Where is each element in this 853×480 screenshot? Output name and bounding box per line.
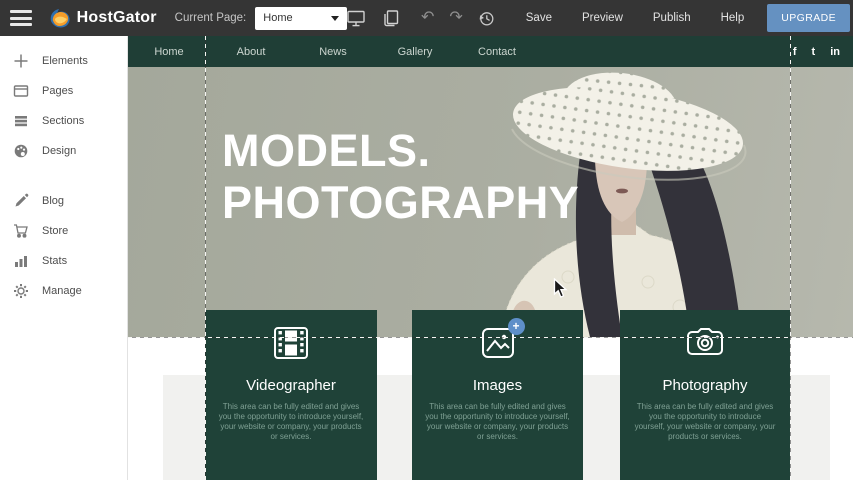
site-nav-home[interactable]: Home bbox=[128, 46, 210, 58]
sidebar-item-label: Design bbox=[42, 145, 76, 157]
sidebar-item-label: Pages bbox=[42, 85, 73, 97]
cart-icon bbox=[13, 223, 29, 239]
sidebar-item-label: Elements bbox=[42, 55, 88, 67]
site-nav-about[interactable]: About bbox=[210, 46, 292, 58]
pencil-icon bbox=[13, 193, 29, 209]
feature-card-videographer[interactable]: Videographer This area can be fully edit… bbox=[205, 310, 377, 480]
hostgator-logo[interactable]: HostGator bbox=[48, 7, 157, 29]
redo-icon[interactable]: ↷ bbox=[449, 10, 462, 26]
sections-icon bbox=[13, 113, 29, 129]
site-navbar: Home About News Gallery Contact f t in bbox=[128, 36, 853, 67]
card-body: This area can be fully edited and gives … bbox=[425, 402, 570, 442]
sidebar-item-sections[interactable]: Sections bbox=[0, 106, 127, 136]
publish-button[interactable]: Publish bbox=[653, 12, 691, 24]
feature-card-photography[interactable]: Photography This area can be fully edite… bbox=[620, 310, 790, 480]
save-button[interactable]: Save bbox=[526, 12, 552, 24]
hostgator-logo-icon bbox=[48, 7, 72, 29]
add-image-plus-icon[interactable]: + bbox=[508, 318, 525, 335]
twitter-icon[interactable]: t bbox=[812, 46, 816, 58]
sidebar-item-stats[interactable]: Stats bbox=[0, 246, 127, 276]
stats-icon bbox=[13, 253, 29, 269]
brand-name: HostGator bbox=[77, 9, 157, 27]
sidebar-item-label: Store bbox=[42, 225, 68, 237]
sidebar-item-store[interactable]: Store bbox=[0, 216, 127, 246]
card-title: Videographer bbox=[205, 377, 377, 394]
sidebar-item-manage[interactable]: Manage bbox=[0, 276, 127, 306]
desktop-view-icon[interactable] bbox=[347, 10, 365, 27]
site-canvas: Home About News Gallery Contact f t in bbox=[128, 36, 853, 480]
gear-icon bbox=[13, 283, 29, 299]
sidebar-item-design[interactable]: Design bbox=[0, 136, 127, 166]
linkedin-icon[interactable]: in bbox=[830, 46, 840, 58]
facebook-icon[interactable]: f bbox=[793, 46, 797, 58]
upgrade-button[interactable]: UPGRADE bbox=[767, 4, 850, 32]
card-body: This area can be fully edited and gives … bbox=[633, 402, 777, 442]
preview-button[interactable]: Preview bbox=[582, 12, 623, 24]
hamburger-icon[interactable] bbox=[10, 10, 32, 26]
hero-title[interactable]: MODELS. PHOTOGRAPHY bbox=[222, 125, 579, 229]
editor-sidebar: Elements Pages Sections Design Blog Stor… bbox=[0, 36, 128, 480]
undo-icon[interactable]: ↶ bbox=[421, 10, 434, 26]
sidebar-item-label: Blog bbox=[42, 195, 64, 207]
card-title: Photography bbox=[620, 377, 790, 394]
page-select-value: Home bbox=[263, 12, 292, 24]
sidebar-item-elements[interactable]: Elements bbox=[0, 46, 127, 76]
site-nav-news[interactable]: News bbox=[292, 46, 374, 58]
current-page-label: Current Page: bbox=[175, 12, 247, 24]
help-button[interactable]: Help bbox=[721, 12, 745, 24]
site-nav-contact[interactable]: Contact bbox=[456, 46, 538, 58]
sidebar-item-pages[interactable]: Pages bbox=[0, 76, 127, 106]
pages-icon bbox=[13, 83, 29, 99]
editor-topbar: HostGator Current Page: Home ↶ ↷ Save Pr… bbox=[0, 0, 853, 36]
page-select-dropdown[interactable]: Home bbox=[255, 7, 347, 30]
card-title: Images bbox=[412, 377, 583, 394]
card-body: This area can be fully edited and gives … bbox=[218, 402, 364, 442]
sidebar-item-blog[interactable]: Blog bbox=[0, 186, 127, 216]
plus-icon bbox=[13, 53, 29, 69]
feature-card-images[interactable]: + Images This area can be fully edited a… bbox=[412, 310, 583, 480]
hero-section[interactable]: MODELS. PHOTOGRAPHY bbox=[128, 67, 853, 337]
sidebar-item-label: Stats bbox=[42, 255, 67, 267]
palette-icon bbox=[13, 143, 29, 159]
chevron-down-icon bbox=[331, 16, 339, 21]
history-icon[interactable] bbox=[478, 10, 495, 27]
mobile-view-icon[interactable] bbox=[382, 10, 399, 27]
film-icon bbox=[272, 326, 310, 360]
site-nav-gallery[interactable]: Gallery bbox=[374, 46, 456, 58]
sidebar-item-label: Manage bbox=[42, 285, 82, 297]
hero-title-line1: MODELS. bbox=[222, 125, 579, 177]
hero-title-line2: PHOTOGRAPHY bbox=[222, 177, 579, 229]
camera-icon bbox=[685, 326, 725, 360]
app-window: HostGator Current Page: Home ↶ ↷ Save Pr… bbox=[0, 0, 853, 480]
sidebar-item-label: Sections bbox=[42, 115, 84, 127]
